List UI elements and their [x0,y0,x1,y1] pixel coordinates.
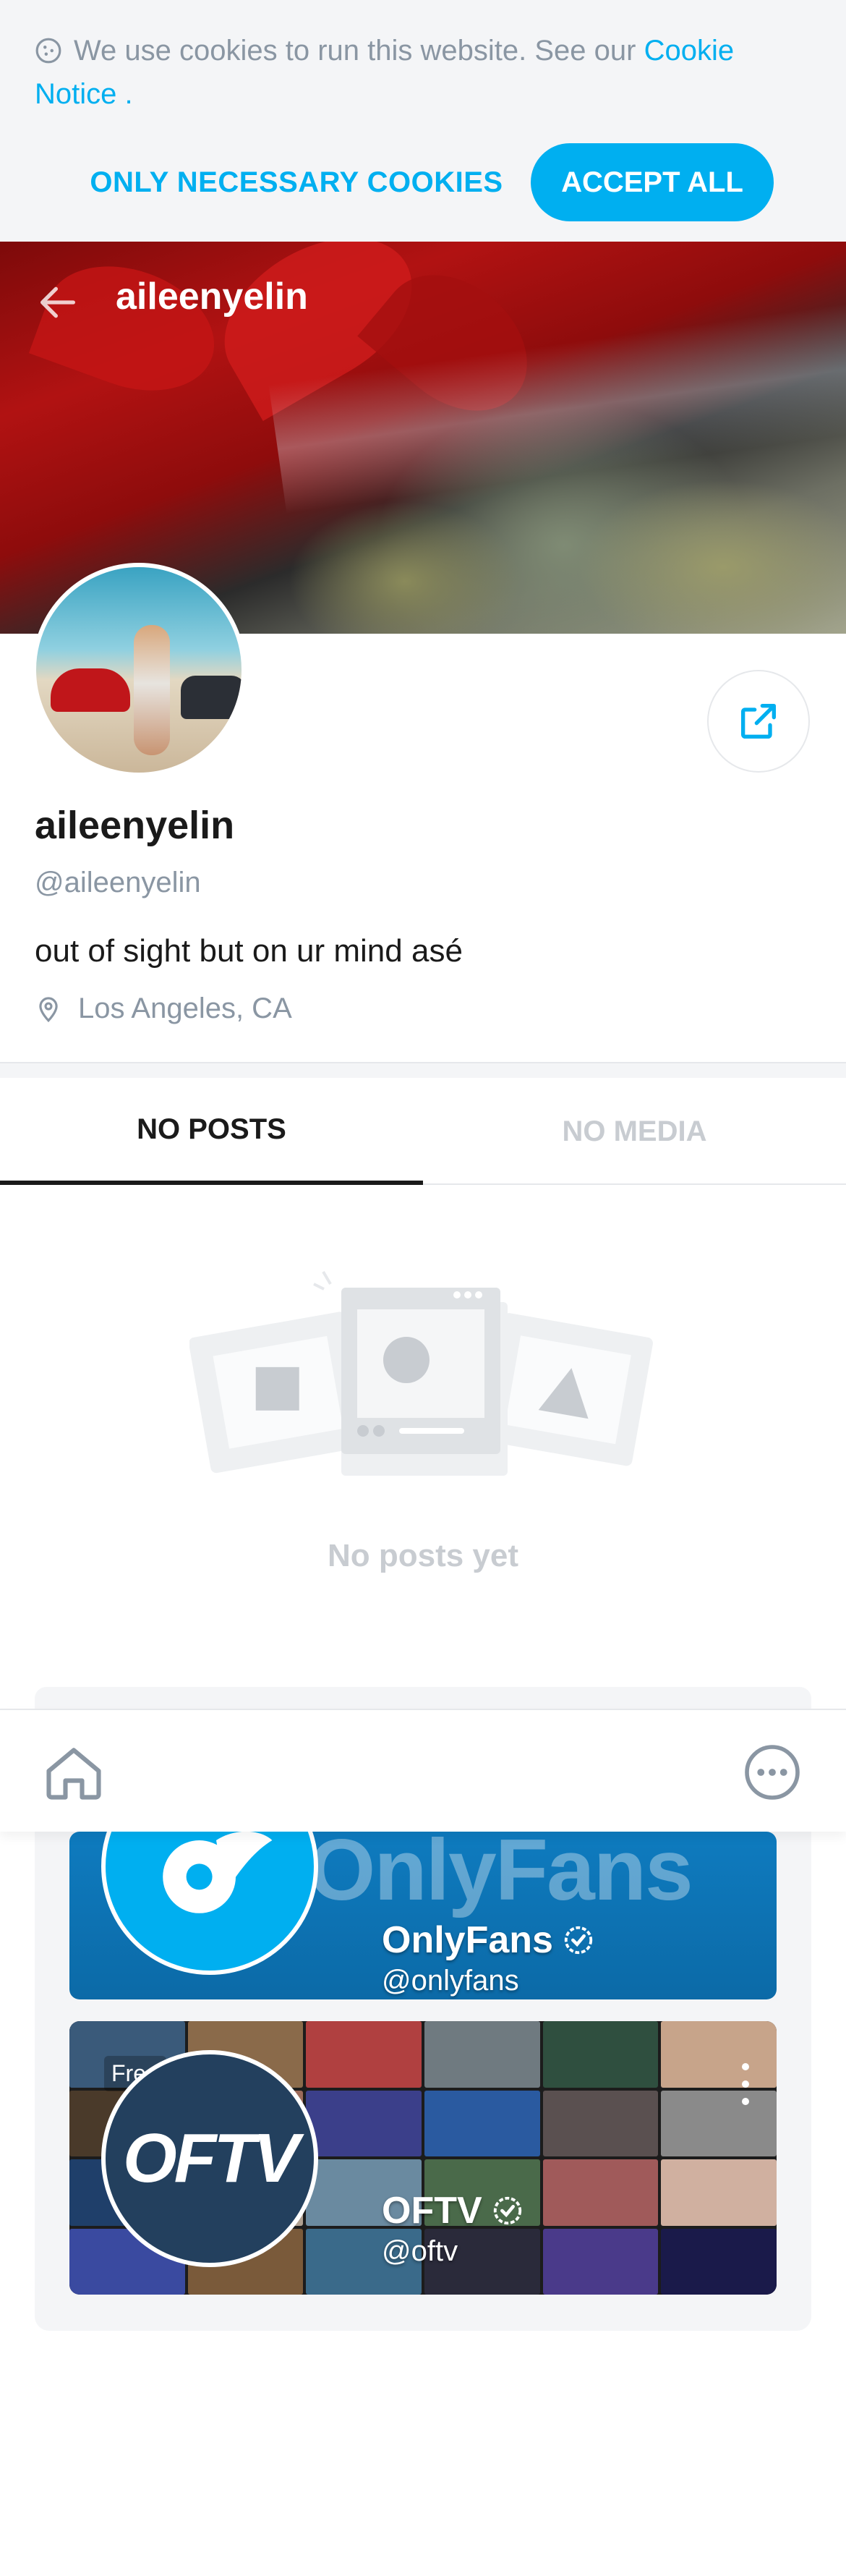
accept-all-button[interactable]: ACCEPT ALL [531,143,774,221]
more-icon[interactable] [742,1742,803,1803]
suggestion-name-text: OFTV [382,2190,482,2232]
tab-posts[interactable]: NO POSTS [0,1078,423,1185]
suggestions-card: OnlyFans OnlyFans @onlyfans Free OFTV OF… [35,1832,811,2331]
cover-tile [661,2021,777,2088]
header-title: aileenyelin [116,276,308,318]
location-pin-icon [39,996,58,1022]
cover-tile [542,2090,659,2156]
profile-handle: @aileenyelin [35,867,201,898]
cover-tile [542,2159,659,2226]
cover-tile [542,2021,659,2088]
bottom-nav [0,1709,846,1832]
cover-tile [306,2021,422,2088]
profile-tabs: NO POSTS NO MEDIA [0,1078,846,1185]
cookie-notice-text: We use cookies to run this website. See … [35,29,816,116]
cover-tile [424,2090,540,2156]
more-options-icon[interactable] [742,2063,751,2107]
onlyfans-logo-icon [163,1832,273,1913]
suggestion-name: OnlyFans [382,1918,595,1962]
share-icon [741,704,776,739]
cover-decor [28,244,232,413]
onlyfans-avatar[interactable] [101,1832,318,1975]
avatar-decor [134,625,170,755]
profile-location: Los Angeles, CA [35,992,292,1025]
empty-state-text: No posts yet [327,1538,519,1573]
cookie-text: We use cookies to run this website. See … [74,35,636,67]
cover-tile [306,2090,422,2156]
share-button[interactable] [707,670,810,773]
cookie-icon [35,38,61,64]
cover-tile [542,2228,659,2295]
profile-name: aileenyelin [35,804,235,847]
cover-tile [661,2228,777,2295]
suggestion-onlyfans[interactable]: OnlyFans OnlyFans @onlyfans [69,1832,777,1999]
cover-tile [661,2159,777,2226]
location-text: Los Angeles, CA [78,992,292,1024]
section-divider [0,1062,846,1078]
tab-media[interactable]: NO MEDIA [423,1078,846,1185]
verified-icon [564,1926,593,1955]
avatar-decor [51,668,130,712]
verified-icon [493,2196,521,2225]
only-necessary-cookies-button[interactable]: ONLY NECESSARY COOKIES [87,143,506,221]
cover-tile [661,2090,777,2156]
avatar-decor [181,676,242,719]
cookie-notice-suffix: . [124,78,133,110]
suggestion-name: OFTV [382,2189,524,2232]
onlyfans-watermark: OnlyFans [308,1832,693,1918]
suggestion-oftv[interactable]: Free OFTV OFTV @oftv [69,2021,777,2295]
empty-posts-illustration [189,1270,653,1476]
cookie-banner: We use cookies to run this website. See … [0,0,846,242]
suggestion-handle: @onlyfans [382,1965,519,1997]
back-arrow-icon[interactable] [35,279,81,326]
home-icon[interactable] [40,1739,107,1806]
oftv-avatar[interactable]: OFTV [101,2050,318,2267]
oftv-logo: OFTV [123,2120,299,2197]
suggestion-name-text: OnlyFans [382,1919,553,1961]
cover-tile [424,2021,540,2088]
suggestion-handle: @oftv [382,2235,458,2267]
profile-bio: out of sight but on ur mind asé [35,933,463,969]
avatar[interactable] [32,563,246,777]
